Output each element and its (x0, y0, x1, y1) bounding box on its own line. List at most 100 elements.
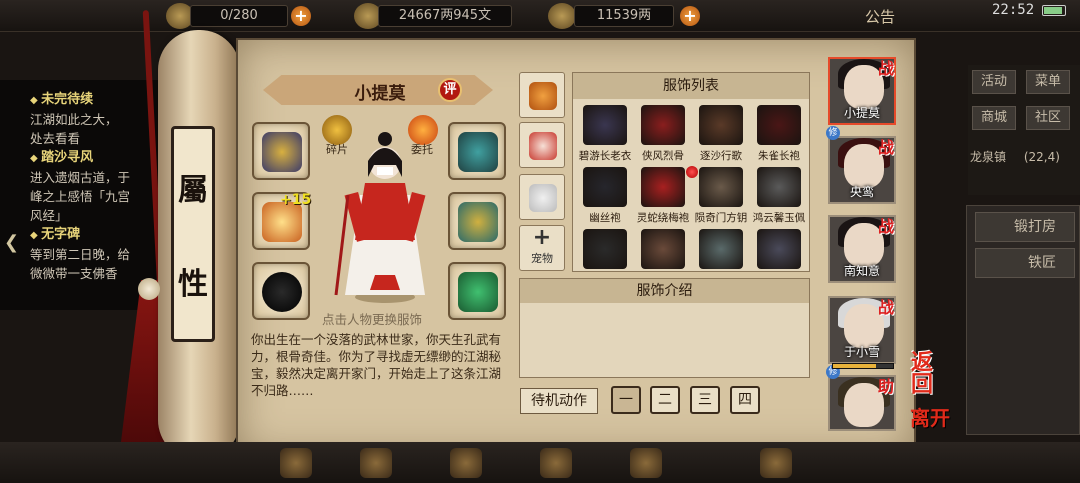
change-outfit-hint: 点击人物更换服饰 (322, 312, 423, 327)
battle-tag: 战 (878, 59, 895, 78)
attribute-char-1: 屬 (178, 173, 208, 208)
roster-name: 于小雪 (843, 345, 880, 359)
equip-slot-ring[interactable] (252, 262, 310, 320)
clothing-icon (699, 167, 743, 207)
battle-tag: 战 (878, 298, 895, 317)
clothing-icon (583, 105, 627, 145)
clothing-label: 碧游长老衣 (578, 150, 632, 162)
ingot-icon (548, 3, 576, 29)
equip-slot-armor[interactable] (448, 192, 506, 250)
enhance-level: +15 (280, 192, 312, 208)
clothing-label: 侠风烈骨 (642, 150, 684, 162)
bottom-icon-5[interactable] (630, 448, 662, 478)
idle-action-1[interactable]: 一 (611, 386, 641, 414)
armor-icon (458, 202, 498, 242)
clothing-item[interactable]: 陨奇门方钥 (693, 163, 749, 225)
top-status-bar (0, 0, 1080, 32)
pet-label: 宠物 (531, 252, 553, 265)
clothing-icon (641, 105, 685, 145)
clothing-item[interactable]: 鸿云馨玉佩 (751, 163, 807, 225)
clock: 22:52 (992, 2, 1035, 18)
equip-slot-hat[interactable] (448, 122, 506, 180)
battle-tag: 战 (878, 138, 895, 157)
leave-button[interactable]: 离开 (910, 402, 950, 431)
clothing-intro: 服饰介绍 (519, 278, 810, 378)
inventory-count: 0/280 (190, 5, 288, 27)
hp-bar (832, 363, 894, 369)
clothing-label: 陨奇门方钥 (694, 212, 748, 224)
roster-name: 南知意 (843, 264, 880, 278)
battery-icon (1042, 5, 1066, 16)
equip-slot-gauntlet[interactable] (252, 122, 310, 180)
bottom-icon-6[interactable] (760, 448, 792, 478)
clothing-icon (757, 167, 801, 207)
character-figure[interactable] (330, 125, 440, 305)
quest-title[interactable]: 未完待续 (30, 90, 160, 110)
attribute-char-2: 性 (178, 267, 208, 302)
forge-button[interactable]: 锻打房 (975, 212, 1075, 242)
idle-action-4[interactable]: 四 (730, 386, 760, 414)
clothing-item[interactable]: 逐沙行歌 (693, 101, 749, 163)
shop-button[interactable]: 商城 (972, 106, 1016, 130)
equip-slot-amulet[interactable] (448, 262, 506, 320)
clothing-list-header: 服饰列表 (573, 73, 809, 99)
accessory-icon (529, 184, 557, 212)
activity-button[interactable]: 活动 (972, 70, 1016, 94)
return-button[interactable]: 返回 (904, 350, 936, 394)
quest-desc: 等到第二日晚，给 微微带一支佛香 (30, 247, 131, 281)
attribute-tab[interactable]: 屬 性 (171, 126, 215, 342)
location: 龙泉镇 (22,4) (970, 146, 1074, 168)
idle-action-3[interactable]: 三 (690, 386, 720, 414)
clothing-icon (757, 105, 801, 145)
quest-desc: 江湖如此之大， 处去看看 (30, 112, 118, 146)
clothing-label: 朱雀长袍 (758, 150, 800, 162)
plus-icon: + (532, 225, 552, 250)
idle-action-label: 待机动作 (520, 388, 598, 414)
hat-icon (458, 132, 498, 172)
collapse-arrow-icon[interactable]: ❮ (4, 232, 19, 253)
roster-name: 小提莫 (843, 106, 880, 120)
location-coords: (22,4) (1023, 150, 1060, 164)
clothing-icon (641, 229, 685, 269)
clothing-icon (583, 167, 627, 207)
clothing-item[interactable]: 朱雀长袍 (751, 101, 807, 163)
review-button[interactable]: 评 (438, 78, 462, 102)
gauntlet-icon (262, 132, 302, 172)
bottom-icon-4[interactable] (540, 448, 572, 478)
clothing-item[interactable]: 幽丝袍 (577, 163, 633, 225)
menu-button[interactable]: 菜单 (1026, 70, 1070, 94)
money-display: 24667两945文 (378, 5, 512, 27)
quest-title[interactable]: 无字碑 (30, 225, 160, 245)
location-name: 龙泉镇 (970, 150, 1007, 164)
clothing-intro-header: 服饰介绍 (520, 279, 809, 303)
quest-title[interactable]: 踏沙寻风 (30, 148, 160, 168)
notice-button[interactable]: 公告 (865, 6, 895, 27)
idle-action-2[interactable]: 二 (650, 386, 680, 414)
clothing-item[interactable]: 碧游长老衣 (577, 101, 633, 163)
smith-button[interactable]: 铁匠 (975, 248, 1075, 278)
category-accessory[interactable] (519, 174, 565, 220)
community-button[interactable]: 社区 (1026, 106, 1070, 130)
category-clothes[interactable] (519, 122, 565, 168)
clothing-icon (641, 167, 685, 207)
ingot-display: 11539两 (574, 5, 674, 27)
headdress-icon (529, 82, 557, 110)
pet-button[interactable]: + 宠物 (519, 225, 565, 271)
clothing-label: 鸿云馨玉佩 (752, 212, 806, 224)
clothing-item[interactable]: 侠风烈骨 (635, 101, 691, 163)
roster-name: 央鸾 (849, 185, 874, 199)
clothing-icon (757, 229, 801, 269)
clothing-item[interactable]: 灵蛇绕梅袍 (635, 163, 691, 225)
jade-bead (138, 278, 160, 300)
quest-panel[interactable]: 未完待续江湖如此之大， 处去看看踏沙寻风进入遗烟古道，于 峰之上感悟「九宫 风经… (0, 80, 160, 310)
new-item-dot (686, 166, 698, 178)
bottom-icon-2[interactable] (360, 448, 392, 478)
add-inventory-button[interactable]: + (291, 6, 311, 26)
bottom-icon-1[interactable] (280, 448, 312, 478)
battle-tag: 助 (878, 377, 895, 396)
category-hat[interactable] (519, 72, 565, 118)
clothing-label: 幽丝袍 (589, 212, 621, 224)
add-ingot-button[interactable]: + (680, 6, 700, 26)
cultivate-badge: 修 (826, 126, 840, 140)
bottom-icon-3[interactable] (450, 448, 482, 478)
